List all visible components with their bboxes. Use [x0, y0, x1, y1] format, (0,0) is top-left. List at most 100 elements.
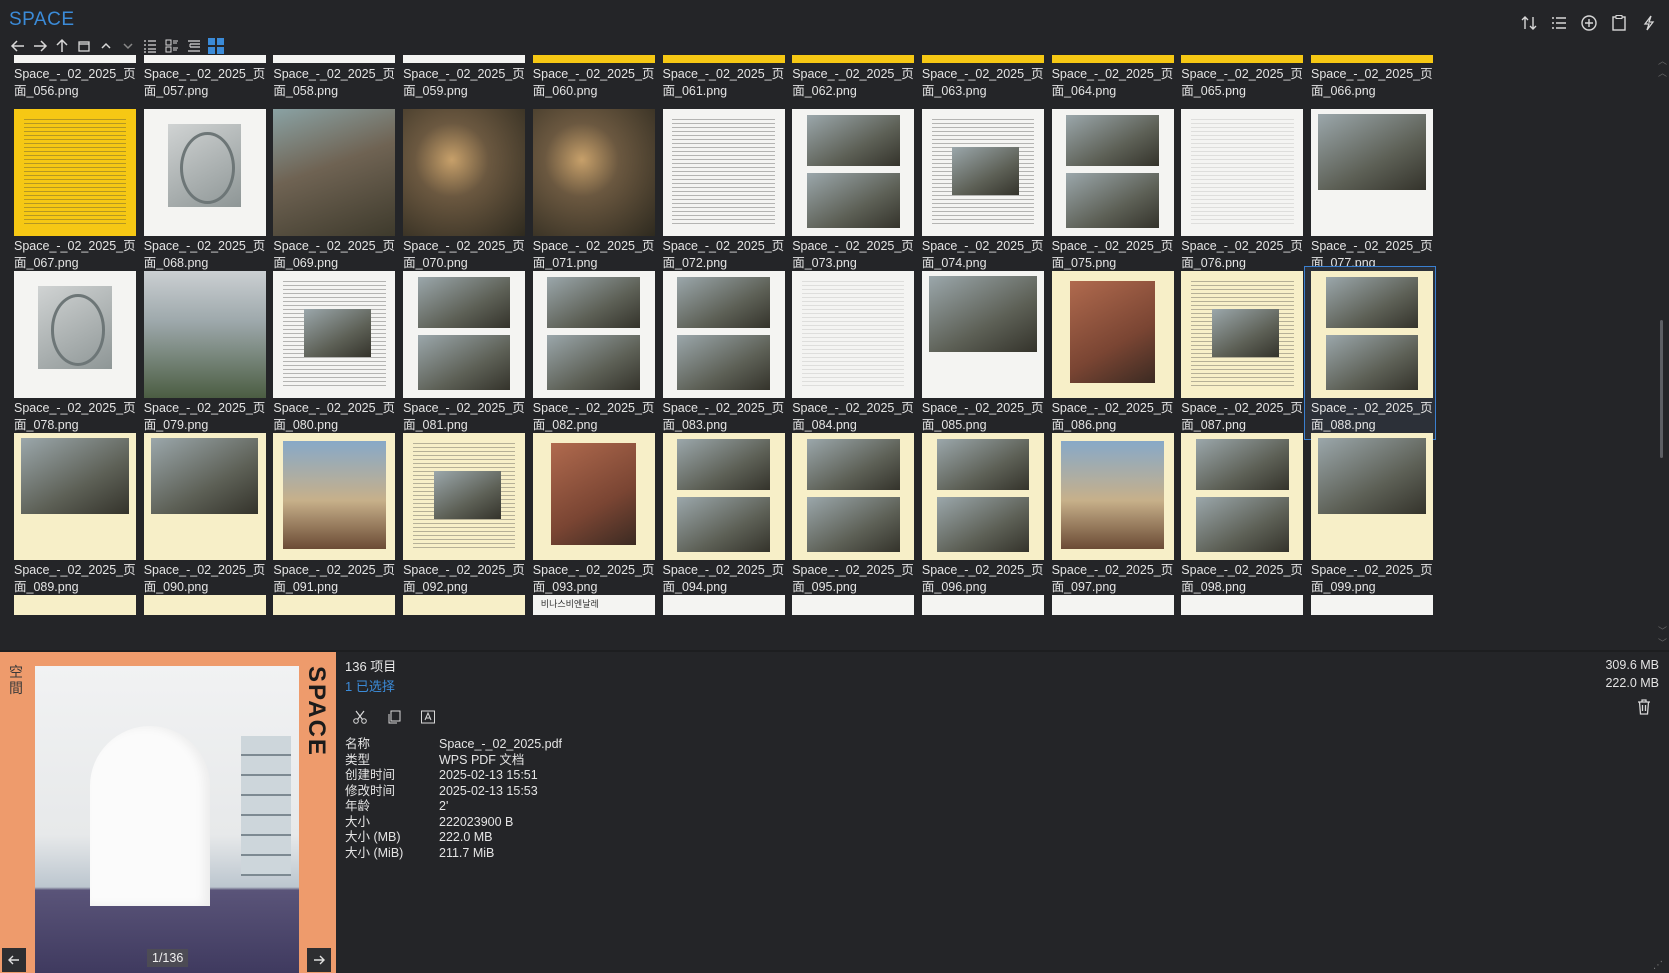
quick-action-icon[interactable] — [1637, 11, 1661, 35]
file-tile[interactable] — [1175, 591, 1305, 650]
file-thumbnail[interactable] — [662, 433, 785, 560]
sort-icon[interactable] — [1517, 11, 1541, 35]
list-view-icon[interactable] — [140, 36, 160, 56]
grid-view-icon[interactable] — [206, 36, 226, 56]
file-tile[interactable]: Space_-_02_2025_页 面_093.png — [527, 429, 657, 601]
file-thumbnail[interactable] — [14, 271, 136, 398]
file-thumbnail[interactable] — [273, 595, 396, 615]
file-tile[interactable] — [1305, 591, 1435, 650]
file-tile[interactable]: Space_-_02_2025_页 面_089.png — [8, 429, 138, 601]
add-circle-icon[interactable] — [1577, 11, 1601, 35]
file-thumbnail[interactable] — [921, 109, 1044, 236]
file-thumbnail[interactable] — [14, 433, 136, 560]
clipboard-icon[interactable] — [1607, 11, 1631, 35]
file-tile[interactable] — [657, 591, 787, 650]
file-thumbnail[interactable] — [143, 109, 266, 236]
file-thumbnail[interactable] — [792, 595, 915, 615]
file-thumbnail[interactable] — [1051, 595, 1174, 615]
file-tile[interactable]: Space_-_02_2025_页 面_095.png — [786, 429, 916, 601]
tree-view-icon[interactable] — [184, 36, 204, 56]
file-thumbnail[interactable] — [14, 595, 136, 615]
file-thumbnail[interactable] — [792, 55, 915, 63]
file-thumbnail[interactable] — [1181, 271, 1304, 398]
file-tile[interactable]: Space_-_02_2025_页 面_090.png — [138, 429, 268, 601]
file-tile[interactable]: Space_-_02_2025_页 面_076.png — [1175, 105, 1305, 277]
file-thumbnail[interactable] — [1311, 271, 1433, 398]
file-tile[interactable]: Space_-_02_2025_页 面_079.png — [138, 267, 268, 439]
scroll-thumb[interactable] — [1660, 320, 1663, 458]
file-tile[interactable] — [138, 591, 268, 650]
file-tile[interactable]: Space_-_02_2025_页 面_097.png — [1046, 429, 1176, 601]
file-thumbnail[interactable] — [1181, 55, 1304, 63]
file-tile[interactable]: Space_-_02_2025_页 面_085.png — [916, 267, 1046, 439]
file-tile[interactable]: Space_-_02_2025_页 面_091.png — [267, 429, 397, 601]
file-thumbnail[interactable] — [1051, 433, 1174, 560]
file-tile[interactable] — [267, 591, 397, 650]
file-thumbnail[interactable] — [532, 55, 655, 63]
file-tile[interactable]: Space_-_02_2025_页 面_082.png — [527, 267, 657, 439]
file-thumbnail[interactable] — [403, 433, 526, 560]
detail-view-icon[interactable] — [162, 36, 182, 56]
next-page-button[interactable] — [307, 948, 331, 972]
file-thumbnail[interactable] — [1311, 433, 1433, 560]
file-thumbnail[interactable] — [792, 433, 915, 560]
file-thumbnail[interactable] — [273, 271, 396, 398]
properties-icon[interactable] — [1547, 11, 1571, 35]
file-tile[interactable] — [786, 591, 916, 650]
file-thumbnail[interactable] — [273, 55, 396, 63]
file-tile[interactable] — [397, 591, 527, 650]
file-thumbnail[interactable] — [1311, 109, 1433, 236]
file-thumbnail[interactable] — [14, 109, 136, 236]
file-thumbnail[interactable] — [662, 55, 785, 63]
cut-icon[interactable] — [350, 707, 370, 727]
file-tile[interactable]: Space_-_02_2025_页 面_087.png — [1175, 267, 1305, 439]
window-icon[interactable] — [74, 36, 94, 56]
file-thumbnail[interactable] — [921, 55, 1044, 63]
file-thumbnail[interactable] — [1181, 433, 1304, 560]
rename-icon[interactable] — [418, 707, 438, 727]
chevron-down-icon[interactable] — [118, 36, 138, 56]
file-tile[interactable]: Space_-_02_2025_页 面_099.png — [1305, 429, 1435, 601]
file-tile[interactable]: Space_-_02_2025_页 面_083.png — [657, 267, 787, 439]
file-thumbnail[interactable] — [403, 595, 526, 615]
file-thumbnail[interactable] — [273, 433, 396, 560]
file-tile[interactable] — [916, 591, 1046, 650]
vertical-scrollbar[interactable]: ︿ ︿ ﹀ ﹀ — [1655, 55, 1669, 650]
file-thumbnail[interactable] — [1181, 109, 1304, 236]
file-thumbnail[interactable] — [403, 109, 526, 236]
file-tile[interactable]: 비나스비엔날레 — [527, 591, 657, 650]
forward-arrow-icon[interactable] — [30, 36, 50, 56]
file-thumbnail[interactable] — [1051, 109, 1174, 236]
file-thumbnail[interactable] — [532, 271, 655, 398]
file-thumbnail[interactable] — [143, 55, 266, 63]
file-tile[interactable]: Space_-_02_2025_页 面_098.png — [1175, 429, 1305, 601]
file-tile[interactable]: Space_-_02_2025_页 面_067.png — [8, 105, 138, 277]
file-thumbnail[interactable] — [792, 271, 915, 398]
file-tile[interactable] — [8, 591, 138, 650]
file-tile[interactable]: Space_-_02_2025_页 面_080.png — [267, 267, 397, 439]
file-tile[interactable]: Space_-_02_2025_页 面_081.png — [397, 267, 527, 439]
file-tile[interactable]: Space_-_02_2025_页 面_088.png — [1304, 266, 1436, 440]
file-thumbnail[interactable] — [662, 109, 785, 236]
scroll-down-icon[interactable]: ﹀ — [1658, 639, 1667, 648]
file-thumbnail[interactable] — [1051, 271, 1174, 398]
file-tile[interactable]: Space_-_02_2025_页 面_092.png — [397, 429, 527, 601]
file-thumbnail[interactable] — [921, 595, 1044, 615]
file-tile[interactable]: Space_-_02_2025_页 面_070.png — [397, 105, 527, 277]
file-thumbnail[interactable] — [1181, 595, 1304, 615]
file-thumbnail[interactable] — [14, 55, 136, 63]
file-thumbnail[interactable] — [532, 433, 655, 560]
scroll-page-down-icon[interactable]: ﹀ — [1658, 627, 1667, 636]
file-tile[interactable]: Space_-_02_2025_页 面_096.png — [916, 429, 1046, 601]
file-thumbnail[interactable] — [662, 271, 785, 398]
back-arrow-icon[interactable] — [8, 36, 28, 56]
trash-icon[interactable] — [1635, 698, 1653, 716]
file-thumbnail[interactable] — [403, 271, 526, 398]
file-thumbnail[interactable] — [1311, 55, 1433, 63]
file-thumbnail[interactable] — [792, 109, 915, 236]
file-thumbnail[interactable] — [143, 271, 266, 398]
file-thumbnail[interactable] — [662, 595, 785, 615]
file-thumbnail[interactable] — [1311, 595, 1433, 615]
file-thumbnail[interactable] — [921, 271, 1044, 398]
prev-page-button[interactable] — [2, 948, 26, 972]
